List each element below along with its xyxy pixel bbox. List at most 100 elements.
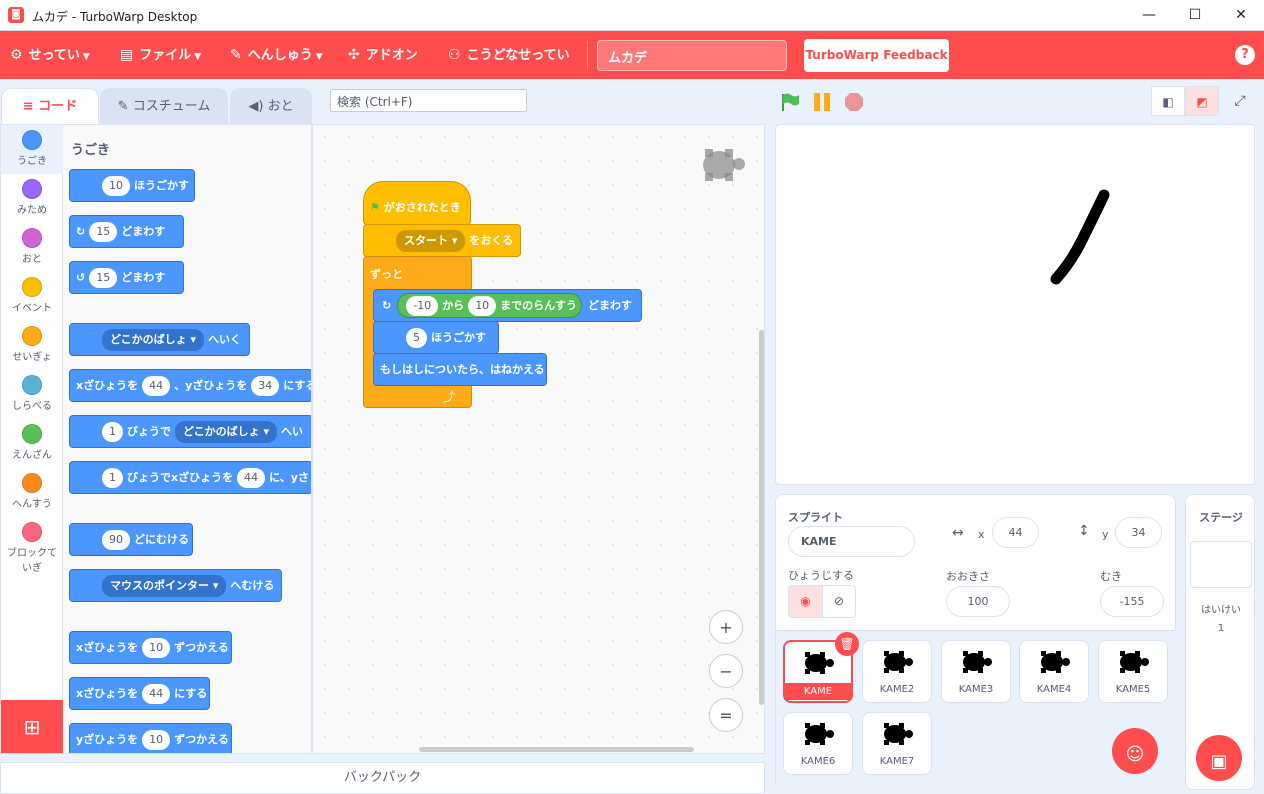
block-set-x[interactable]: xざひょうを 44 にする: [69, 677, 210, 710]
block-turn-random[interactable]: ↻ -10 から 10 までのらんすう どまわす: [373, 289, 642, 322]
script-area[interactable]: ⚑ がおされたとき スタート ▾ をおくる ずっと ⤴ ↻ -10 から 10 までのらん…: [312, 124, 765, 754]
green-flag-button[interactable]: [780, 92, 800, 112]
hide-sprite-button[interactable]: ⊘: [822, 585, 856, 618]
block-input[interactable]: 90: [102, 530, 130, 550]
tab-sound[interactable]: ◀) おと: [230, 88, 312, 124]
backpack-bar[interactable]: バックパック: [0, 762, 765, 794]
block-point-direction[interactable]: 90 どにむける: [69, 523, 193, 556]
zoom-out-button[interactable]: −: [709, 654, 743, 688]
sprite-tile-kame4[interactable]: KAME4: [1019, 640, 1089, 703]
block-broadcast[interactable]: スタート ▾ をおくる: [363, 224, 521, 257]
block-move-steps[interactable]: 10 ほうごかす: [69, 169, 195, 202]
small-stage-button[interactable]: ◧: [1151, 86, 1185, 116]
category-sound[interactable]: おと: [1, 223, 63, 272]
block-when-flag-clicked[interactable]: ⚑ がおされたとき: [363, 181, 471, 225]
block-bounce-on-edge[interactable]: もしはしについたら、はねかえる: [373, 353, 547, 386]
block-change-x[interactable]: xざひょうを 10 ずつかえる: [69, 631, 232, 664]
block-input[interactable]: 34: [251, 376, 280, 396]
block-input[interactable]: 10: [102, 176, 130, 196]
block-input[interactable]: -10: [406, 296, 439, 316]
block-dropdown[interactable]: マウスのポインター ▾: [102, 575, 227, 597]
block-text: どまわす: [587, 299, 632, 312]
block-point-towards[interactable]: マウスのポインター ▾ へむける: [69, 569, 282, 602]
category-control[interactable]: せいぎょ: [1, 321, 63, 370]
category-operators[interactable]: えんざん: [1, 419, 63, 468]
block-pick-random[interactable]: -10 から 10 までのらんすう: [397, 293, 582, 318]
block-dropdown[interactable]: スタート ▾: [396, 230, 466, 252]
help-button[interactable]: ?: [1235, 45, 1255, 65]
x-input[interactable]: 44: [992, 517, 1039, 548]
block-change-y[interactable]: yざひょうを 10 ずつかえる: [69, 723, 232, 753]
block-turn-right[interactable]: ↻ 15 どまわす: [69, 215, 184, 248]
category-motion[interactable]: うごき: [1, 125, 63, 174]
menu-addons[interactable]: ✣ アドオン: [348, 31, 418, 79]
category-variables[interactable]: へんすう: [1, 468, 63, 517]
turtle-icon: [884, 723, 913, 745]
app-icon: ◙: [8, 7, 24, 23]
sprite-tile-kame5[interactable]: KAME5: [1098, 640, 1168, 703]
add-backdrop-button[interactable]: ▣: [1196, 735, 1242, 781]
pause-button[interactable]: [812, 92, 832, 112]
block-input[interactable]: 15: [89, 222, 118, 242]
sprite-name-input[interactable]: KAME: [788, 526, 915, 557]
show-sprite-button[interactable]: ◉: [788, 585, 823, 618]
direction-input[interactable]: -155: [1100, 586, 1164, 617]
block-input[interactable]: 10: [142, 638, 171, 658]
minimize-button[interactable]: —: [1126, 0, 1172, 31]
sprite-tile-kame6[interactable]: KAME6: [783, 712, 853, 775]
script-vscrollbar[interactable]: [759, 330, 764, 705]
block-input[interactable]: 1: [102, 468, 123, 488]
block-input[interactable]: 10: [142, 730, 171, 750]
cat-add-icon: ☺: [1125, 744, 1145, 765]
block-turn-left[interactable]: ↺ 15 どまわす: [69, 261, 184, 294]
block-input[interactable]: 44: [142, 376, 171, 396]
block-move-steps[interactable]: 5 ほうごかす: [373, 321, 499, 354]
zoom-reset-button[interactable]: =: [709, 698, 743, 732]
menu-settings[interactable]: ⚙ せってい ▼: [10, 31, 90, 79]
feedback-button[interactable]: TurboWarp Feedback: [804, 39, 949, 72]
menu-file[interactable]: ▤ ファイル ▼: [120, 31, 201, 79]
add-extension-button[interactable]: ⊞: [1, 700, 63, 753]
tab-code[interactable]: ≡ コード: [1, 88, 99, 124]
block-input[interactable]: 44: [237, 468, 266, 488]
block-goto-xy[interactable]: xざひょうを44、yざひょうを34にする: [69, 369, 311, 402]
block-input[interactable]: 10: [468, 296, 497, 316]
category-looks[interactable]: みため: [1, 174, 63, 223]
stage-canvas[interactable]: [775, 124, 1255, 485]
fullscreen-button[interactable]: ⤢: [1225, 86, 1255, 116]
block-input[interactable]: 15: [89, 268, 118, 288]
block-dropdown[interactable]: どこかのばしょ ▾: [175, 421, 278, 443]
category-label: ブロックていぎ: [7, 548, 57, 574]
caret-down-icon: ▼: [194, 52, 202, 62]
code-icon: ≡: [22, 99, 39, 114]
block-input[interactable]: 44: [142, 684, 171, 704]
block-input[interactable]: 1: [102, 422, 123, 442]
category-myblocks[interactable]: ブロックていぎ: [1, 517, 63, 577]
block-input[interactable]: 5: [406, 328, 427, 348]
zoom-in-button[interactable]: +: [709, 610, 743, 644]
delete-sprite-button[interactable]: 🗑: [835, 632, 859, 656]
menu-edit[interactable]: ✎ へんしゅう ▼: [230, 31, 323, 79]
script-hscrollbar[interactable]: [419, 747, 694, 752]
category-events[interactable]: イベント: [1, 272, 63, 321]
block-search-input[interactable]: 検索 (Ctrl+F): [330, 89, 527, 112]
maximize-button[interactable]: ☐: [1172, 0, 1218, 31]
close-button[interactable]: ✕: [1218, 0, 1264, 31]
block-goto[interactable]: どこかのばしょ ▾ へいく: [69, 323, 250, 356]
category-sensing[interactable]: しらべる: [1, 370, 63, 419]
size-input[interactable]: 100: [946, 586, 1010, 617]
project-title-input[interactable]: ムカデ: [597, 40, 787, 71]
sprite-tile-kame2[interactable]: KAME2: [862, 640, 932, 703]
sprite-tile-kame3[interactable]: KAME3: [941, 640, 1011, 703]
block-glide-to[interactable]: 1 びょうで どこかのばしょ ▾ へい: [69, 415, 311, 448]
normal-stage-button[interactable]: ◩: [1185, 86, 1219, 116]
block-glide-xy[interactable]: 1 びょうでxざひょうを 44 に、yさ: [69, 461, 311, 494]
y-input[interactable]: 34: [1115, 517, 1162, 548]
sprite-tile-kame7[interactable]: KAME7: [862, 712, 932, 775]
block-dropdown[interactable]: どこかのばしょ ▾: [102, 329, 205, 351]
tab-costume[interactable]: ✎ コスチューム: [100, 88, 228, 124]
menu-advanced[interactable]: ⚇ こうどなせってい: [448, 31, 570, 79]
stop-button[interactable]: [844, 92, 864, 112]
add-sprite-button[interactable]: ☺: [1112, 728, 1158, 774]
stage-selector[interactable]: ステージ はいけい 1 ▣: [1185, 494, 1255, 790]
